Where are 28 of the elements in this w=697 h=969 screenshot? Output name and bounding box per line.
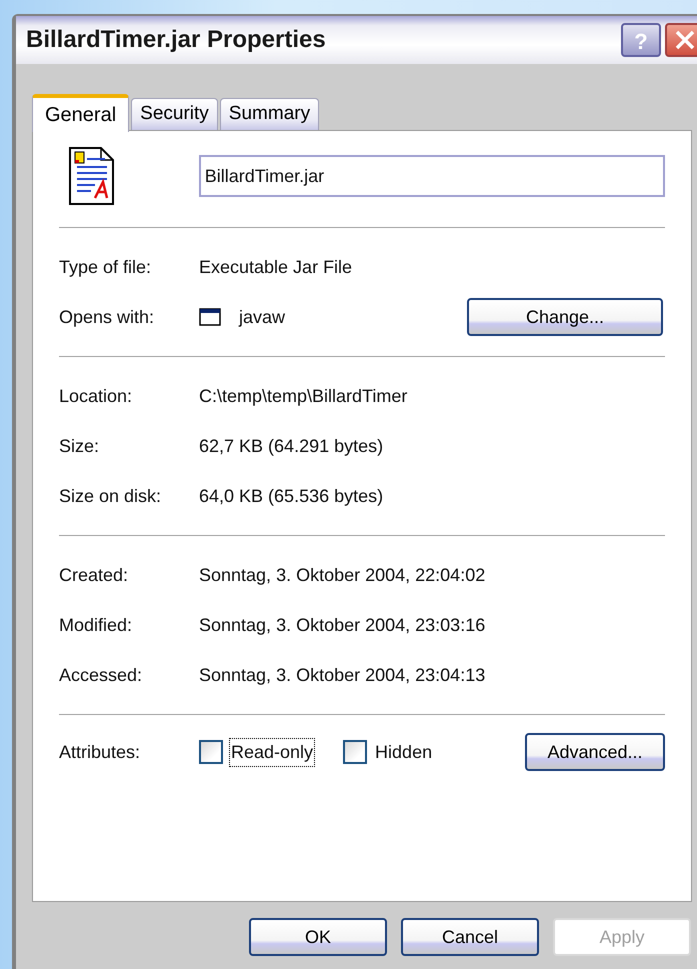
field-value: 62,7 KB (64.291 bytes): [199, 434, 384, 458]
tab[interactable]: Summary: [220, 98, 320, 130]
field-value: C:\temp\temp\BillardTimer: [199, 384, 408, 408]
checkbox-label[interactable]: Hidden: [373, 738, 434, 766]
field-value: Sonntag, 3. Oktober 2004, 23:03:16: [199, 614, 486, 637]
dialog-button[interactable]: Cancel: [401, 918, 539, 956]
field-value: Executable Jar File: [199, 256, 352, 278]
file-name-field[interactable]: BillardTimer.jar: [198, 155, 665, 197]
window-title: BillardTimer.jar Properties: [26, 25, 327, 55]
field-label: Modified:: [59, 614, 134, 636]
field-value: javaw: [239, 306, 286, 329]
change-button[interactable]: Change...: [467, 298, 663, 336]
field-label: Size:: [59, 434, 100, 458]
field-label: Attributes:: [59, 740, 142, 764]
field-value: 64,0 KB (65.536 bytes): [199, 484, 384, 508]
dialog-button[interactable]: OK: [249, 918, 387, 956]
field-label: Type of file:: [59, 256, 152, 279]
checkbox-label[interactable]: Read-only: [229, 738, 316, 766]
field-label: Location:: [59, 384, 134, 408]
field-value: Sonntag, 3. Oktober 2004, 23:04:13: [199, 664, 486, 687]
field-label: Accessed:: [59, 664, 144, 686]
tab[interactable]: General: [32, 94, 130, 132]
field-label: Created:: [59, 564, 130, 586]
advanced-button[interactable]: Advanced...: [525, 733, 665, 771]
tab[interactable]: Security: [131, 98, 218, 130]
field-label: Size on disk:: [59, 484, 162, 508]
field-value: Sonntag, 3. Oktober 2004, 22:04:02: [199, 564, 486, 587]
field-label: Opens with:: [59, 306, 156, 329]
